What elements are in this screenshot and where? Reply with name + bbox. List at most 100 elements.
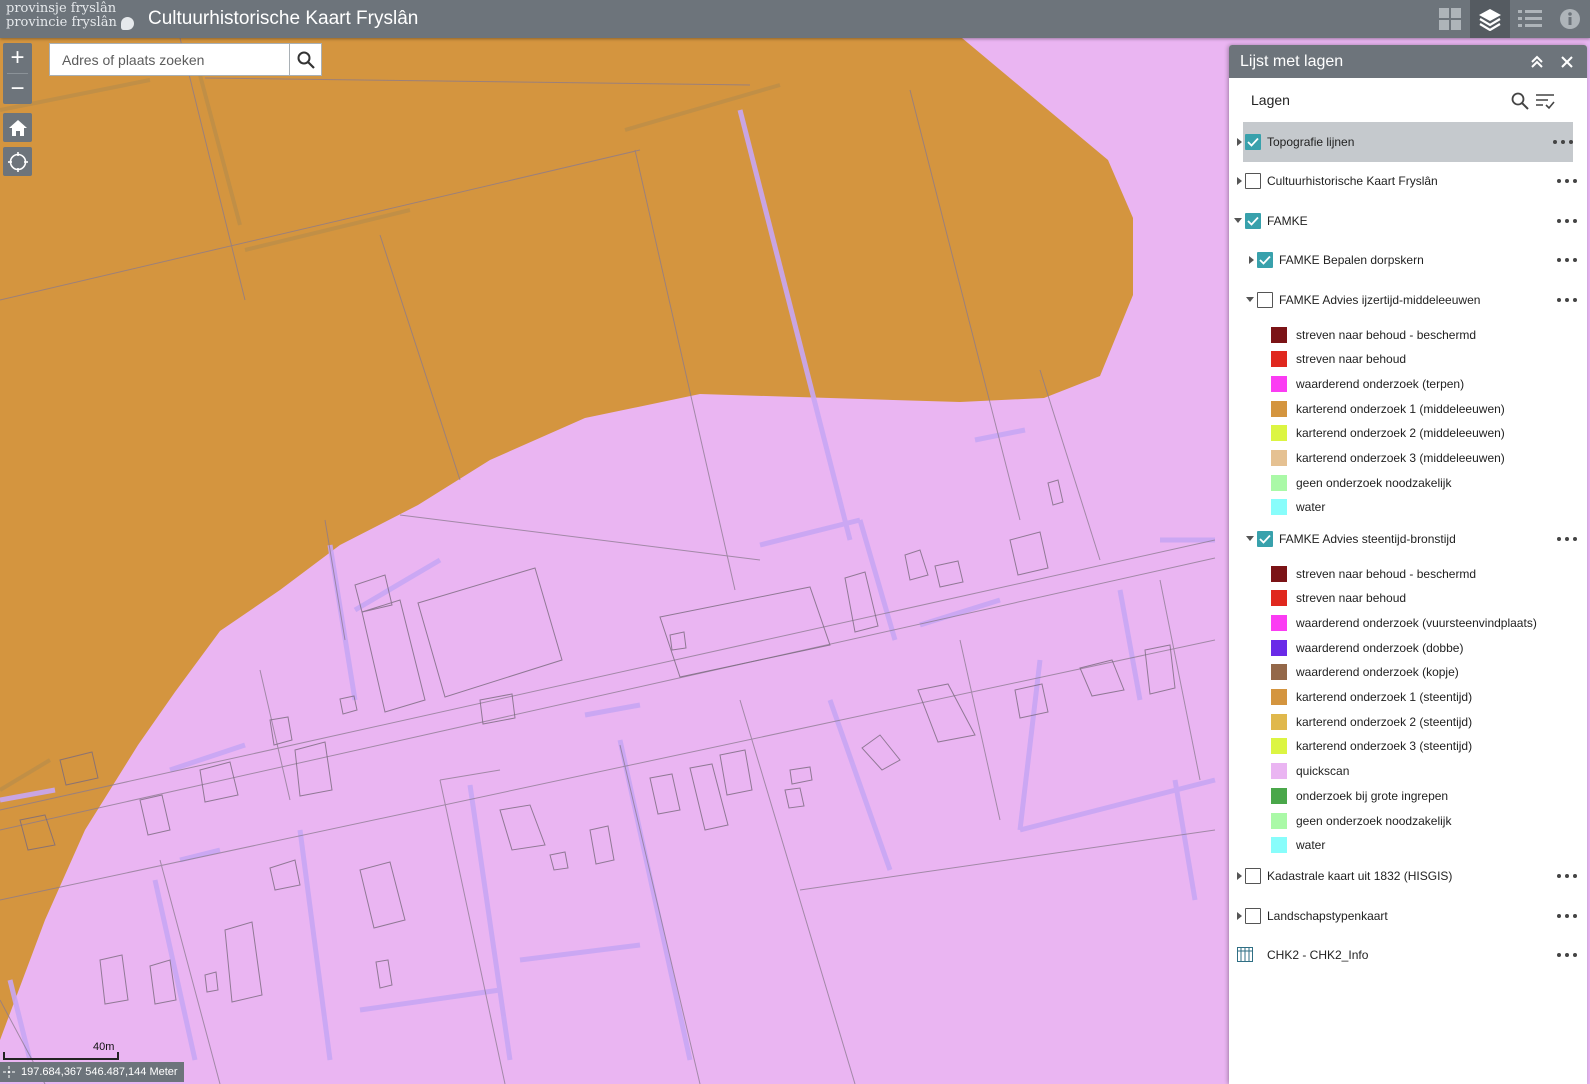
app-header: provinsje fryslân provincie fryslân Cult… xyxy=(0,0,1590,38)
layer-options-button[interactable] xyxy=(1557,216,1577,226)
legend-item: waarderend onderzoek (kopje) xyxy=(1271,660,1571,685)
checkmark-icon xyxy=(1247,216,1259,226)
close-panel-button[interactable] xyxy=(1552,45,1582,78)
address-search xyxy=(49,43,322,76)
search-input[interactable] xyxy=(50,44,289,75)
layer-options-button[interactable] xyxy=(1557,295,1577,305)
caret-right-icon[interactable] xyxy=(1235,911,1245,921)
legend-item: water xyxy=(1271,833,1571,858)
layer-checkbox-dorpskern[interactable] xyxy=(1257,252,1273,268)
layer-row-chk2-info[interactable]: CHK2 - CHK2_Info xyxy=(1229,935,1587,975)
legend-label: karterend onderzoek 3 (steentijd) xyxy=(1296,739,1473,754)
legend-swatch xyxy=(1271,565,1287,582)
layer-list-panel: Lijst met lagen Lagen Topografie lijnen xyxy=(1229,45,1587,1084)
layer-row-kadastrale-kaart[interactable]: Kadastrale kaart uit 1832 (HISGIS) xyxy=(1229,856,1587,896)
layer-options-button[interactable] xyxy=(1557,911,1577,921)
layer-checkbox-ijzertijd[interactable] xyxy=(1257,292,1273,308)
legend-item: geen onderzoek noodzakelijk xyxy=(1271,808,1571,833)
grid-tool-button[interactable] xyxy=(1430,0,1470,38)
legend-item: karterend onderzoek 1 (steentijd) xyxy=(1271,685,1571,710)
legend-swatch xyxy=(1271,787,1287,804)
legend-label: karterend onderzoek 1 (steentijd) xyxy=(1296,690,1473,704)
zoom-in-button[interactable]: + xyxy=(3,43,32,73)
zoom-control: + − xyxy=(3,43,32,104)
legend-swatch xyxy=(1271,713,1287,730)
layer-row-famke-dorpskern[interactable]: FAMKE Bepalen dorpskern xyxy=(1229,240,1587,280)
layer-row-landschapstypenkaart[interactable]: Landschapstypenkaart xyxy=(1229,896,1587,936)
legend-swatch xyxy=(1271,763,1287,780)
layer-options-button[interactable] xyxy=(1557,871,1577,881)
layer-row-famke[interactable]: FAMKE xyxy=(1229,201,1587,241)
layer-row-famke-ijzertijd[interactable]: FAMKE Advies ijzertijd-middeleeuwen xyxy=(1229,280,1587,320)
table-icon xyxy=(1237,947,1253,965)
search-button[interactable] xyxy=(289,44,321,75)
layer-row-topografie-lijnen[interactable]: Topografie lijnen xyxy=(1237,122,1573,162)
legend-swatch xyxy=(1271,375,1287,392)
legend-swatch xyxy=(1271,664,1287,681)
legend-label: streven naar behoud xyxy=(1296,591,1407,606)
legend-tool-button[interactable] xyxy=(1510,0,1550,38)
layers-tool-button[interactable] xyxy=(1470,0,1510,38)
search-icon xyxy=(1511,92,1529,110)
legend-swatch xyxy=(1271,450,1287,466)
layer-options-button[interactable] xyxy=(1557,534,1577,544)
legend-label: onderzoek bij grote ingrepen xyxy=(1296,788,1449,803)
legend-item: geen onderzoek noodzakelijk xyxy=(1271,470,1571,495)
legend-label: streven naar behoud - beschermd xyxy=(1296,327,1477,342)
layer-checkbox-chk[interactable] xyxy=(1245,173,1261,189)
layer-row-famke-steentijd[interactable]: FAMKE Advies steentijd-bronstijd xyxy=(1229,519,1587,559)
coordinate-readout[interactable]: 197.684,367 546.487,144 Meter xyxy=(0,1062,184,1082)
layer-label: Kadastrale kaart uit 1832 (HISGIS) xyxy=(1267,869,1453,883)
close-icon xyxy=(1561,55,1573,68)
legend-label: quickscan xyxy=(1296,764,1350,779)
double-chevron-up-icon xyxy=(1531,55,1543,68)
legend-item: karterend onderzoek 3 (steentijd) xyxy=(1271,734,1571,759)
legend-swatch xyxy=(1271,738,1287,755)
caret-down-icon[interactable] xyxy=(1245,534,1255,544)
checkmark-icon xyxy=(1259,255,1271,265)
layer-checkbox-famke[interactable] xyxy=(1245,213,1261,229)
legend-swatch xyxy=(1271,689,1287,705)
home-button[interactable] xyxy=(3,113,32,142)
layer-label: CHK2 - CHK2_Info xyxy=(1267,948,1369,962)
scale-bar-line xyxy=(3,1052,119,1060)
logo-line-frisian: provinsje fryslân xyxy=(6,1,117,16)
caret-right-icon[interactable] xyxy=(1235,871,1245,881)
logo-mark-icon xyxy=(121,17,134,30)
layer-row-cultuurhistorische-kaart[interactable]: Cultuurhistorische Kaart Fryslân xyxy=(1229,161,1587,201)
layer-options-button[interactable] xyxy=(1557,950,1577,960)
locate-button[interactable] xyxy=(3,147,32,176)
province-logo: provinsje fryslân provincie fryslân xyxy=(0,0,135,38)
legend-item: karterend onderzoek 2 (middeleeuwen) xyxy=(1271,421,1571,446)
panel-header: Lijst met lagen xyxy=(1229,45,1587,78)
legend-swatch xyxy=(1271,400,1287,417)
layer-checkbox-landschap[interactable] xyxy=(1245,908,1261,924)
caret-right-icon[interactable] xyxy=(1247,255,1257,265)
panel-title: Lijst met lagen xyxy=(1240,52,1344,70)
caret-down-icon[interactable] xyxy=(1233,216,1243,226)
legend-label: streven naar behoud - beschermd xyxy=(1296,566,1477,581)
layer-options-button[interactable] xyxy=(1553,137,1573,147)
grid-icon xyxy=(1439,8,1461,30)
layer-search-button[interactable] xyxy=(1509,90,1531,112)
layer-options-button[interactable] xyxy=(1557,176,1577,186)
caret-down-icon[interactable] xyxy=(1245,295,1255,305)
caret-right-icon[interactable] xyxy=(1235,176,1245,186)
legend-label: karterend onderzoek 3 (middeleeuwen) xyxy=(1296,451,1505,465)
legend-label: karterend onderzoek 1 (middeleeuwen) xyxy=(1296,401,1505,416)
legend-label: geen onderzoek noodzakelijk xyxy=(1296,813,1452,828)
legend-item: waarderend onderzoek (terpen) xyxy=(1271,371,1571,396)
layer-checkbox-kadastrale[interactable] xyxy=(1245,868,1261,884)
legend-label: water xyxy=(1296,838,1326,853)
layer-checkbox-steentijd[interactable] xyxy=(1257,531,1273,547)
caret-right-icon[interactable] xyxy=(1235,137,1245,147)
collapse-panel-button[interactable] xyxy=(1522,45,1552,78)
layer-checkbox-topografie[interactable] xyxy=(1245,134,1261,150)
legend-item: streven naar behoud xyxy=(1271,586,1571,611)
info-tool-button[interactable] xyxy=(1550,0,1590,38)
layer-options-button[interactable] xyxy=(1557,255,1577,265)
zoom-out-button[interactable]: − xyxy=(3,74,32,104)
scale-bar: 40m xyxy=(3,1041,119,1061)
legend-swatch xyxy=(1271,425,1287,442)
layer-filter-button[interactable] xyxy=(1534,90,1556,112)
